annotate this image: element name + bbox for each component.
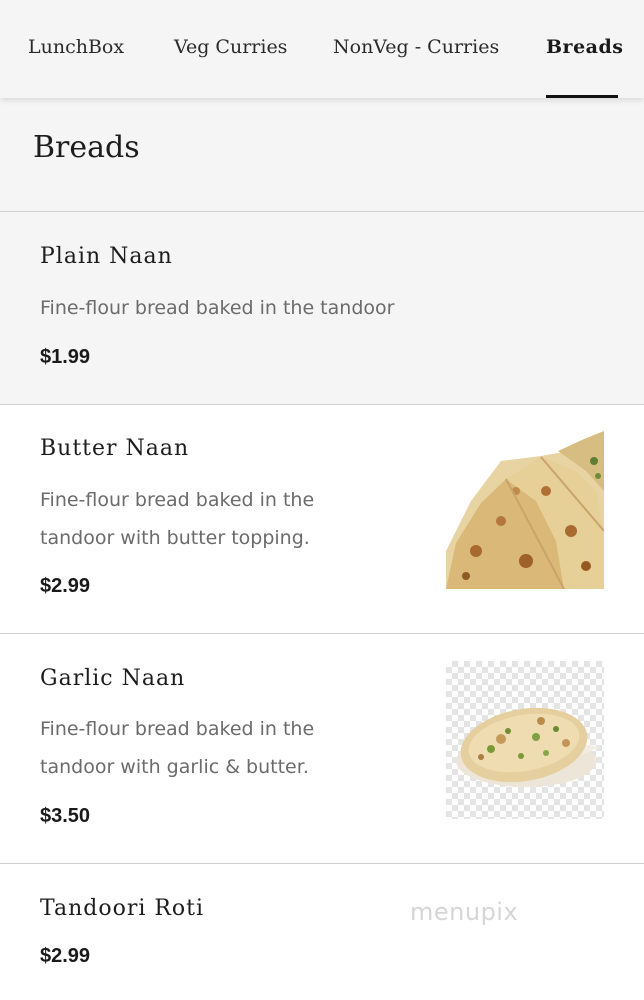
item-price: $3.50 <box>40 805 91 827</box>
item-description: Fine-flour bread baked in the tandoor wi… <box>40 481 314 557</box>
section-title: Breads <box>33 130 140 165</box>
item-name: Plain Naan <box>40 244 173 269</box>
item-price: $1.99 <box>40 346 91 368</box>
item-price: $2.99 <box>40 575 91 597</box>
item-description: Fine-flour bread baked in the tandoor <box>40 297 395 319</box>
item-description-line: Fine-flour bread baked in the <box>40 489 315 511</box>
section-header: Breads <box>0 98 644 212</box>
garlic-naan-photo[interactable] <box>446 661 604 819</box>
item-description-line: tandoor with garlic & butter. <box>40 756 309 778</box>
tab-lunchbox[interactable]: LunchBox <box>28 36 124 58</box>
item-price: $2.99 <box>40 945 91 967</box>
menu-item-tandoori-roti[interactable]: Tandoori Roti $2.99 <box>0 864 644 1000</box>
watermark: menupix <box>410 898 519 926</box>
menu-item-butter-naan[interactable]: Butter Naan Fine-flour bread baked in th… <box>0 405 644 634</box>
item-description: Fine-flour bread baked in the tandoor wi… <box>40 710 314 786</box>
menu-item-garlic-naan[interactable]: Garlic Naan Fine-flour bread baked in th… <box>0 634 644 864</box>
item-name: Butter Naan <box>40 436 190 461</box>
butter-naan-photo[interactable] <box>446 431 604 589</box>
item-description-line: Fine-flour bread baked in the <box>40 718 315 740</box>
item-name: Tandoori Roti <box>40 896 205 921</box>
menu-item-plain-naan[interactable]: Plain Naan Fine-flour bread baked in the… <box>0 212 644 405</box>
item-description-line: tandoor with butter topping. <box>40 527 310 549</box>
item-name: Garlic Naan <box>40 666 186 691</box>
tab-breads[interactable]: Breads <box>546 36 623 58</box>
category-tab-bar: LunchBox Veg Curries NonVeg - Curries Br… <box>0 0 644 98</box>
naan-image <box>456 707 601 787</box>
naan-image <box>446 431 604 589</box>
active-tab-indicator <box>546 95 618 98</box>
tab-nonveg-curries[interactable]: NonVeg - Curries <box>333 36 499 58</box>
tab-veg-curries[interactable]: Veg Curries <box>174 36 287 58</box>
